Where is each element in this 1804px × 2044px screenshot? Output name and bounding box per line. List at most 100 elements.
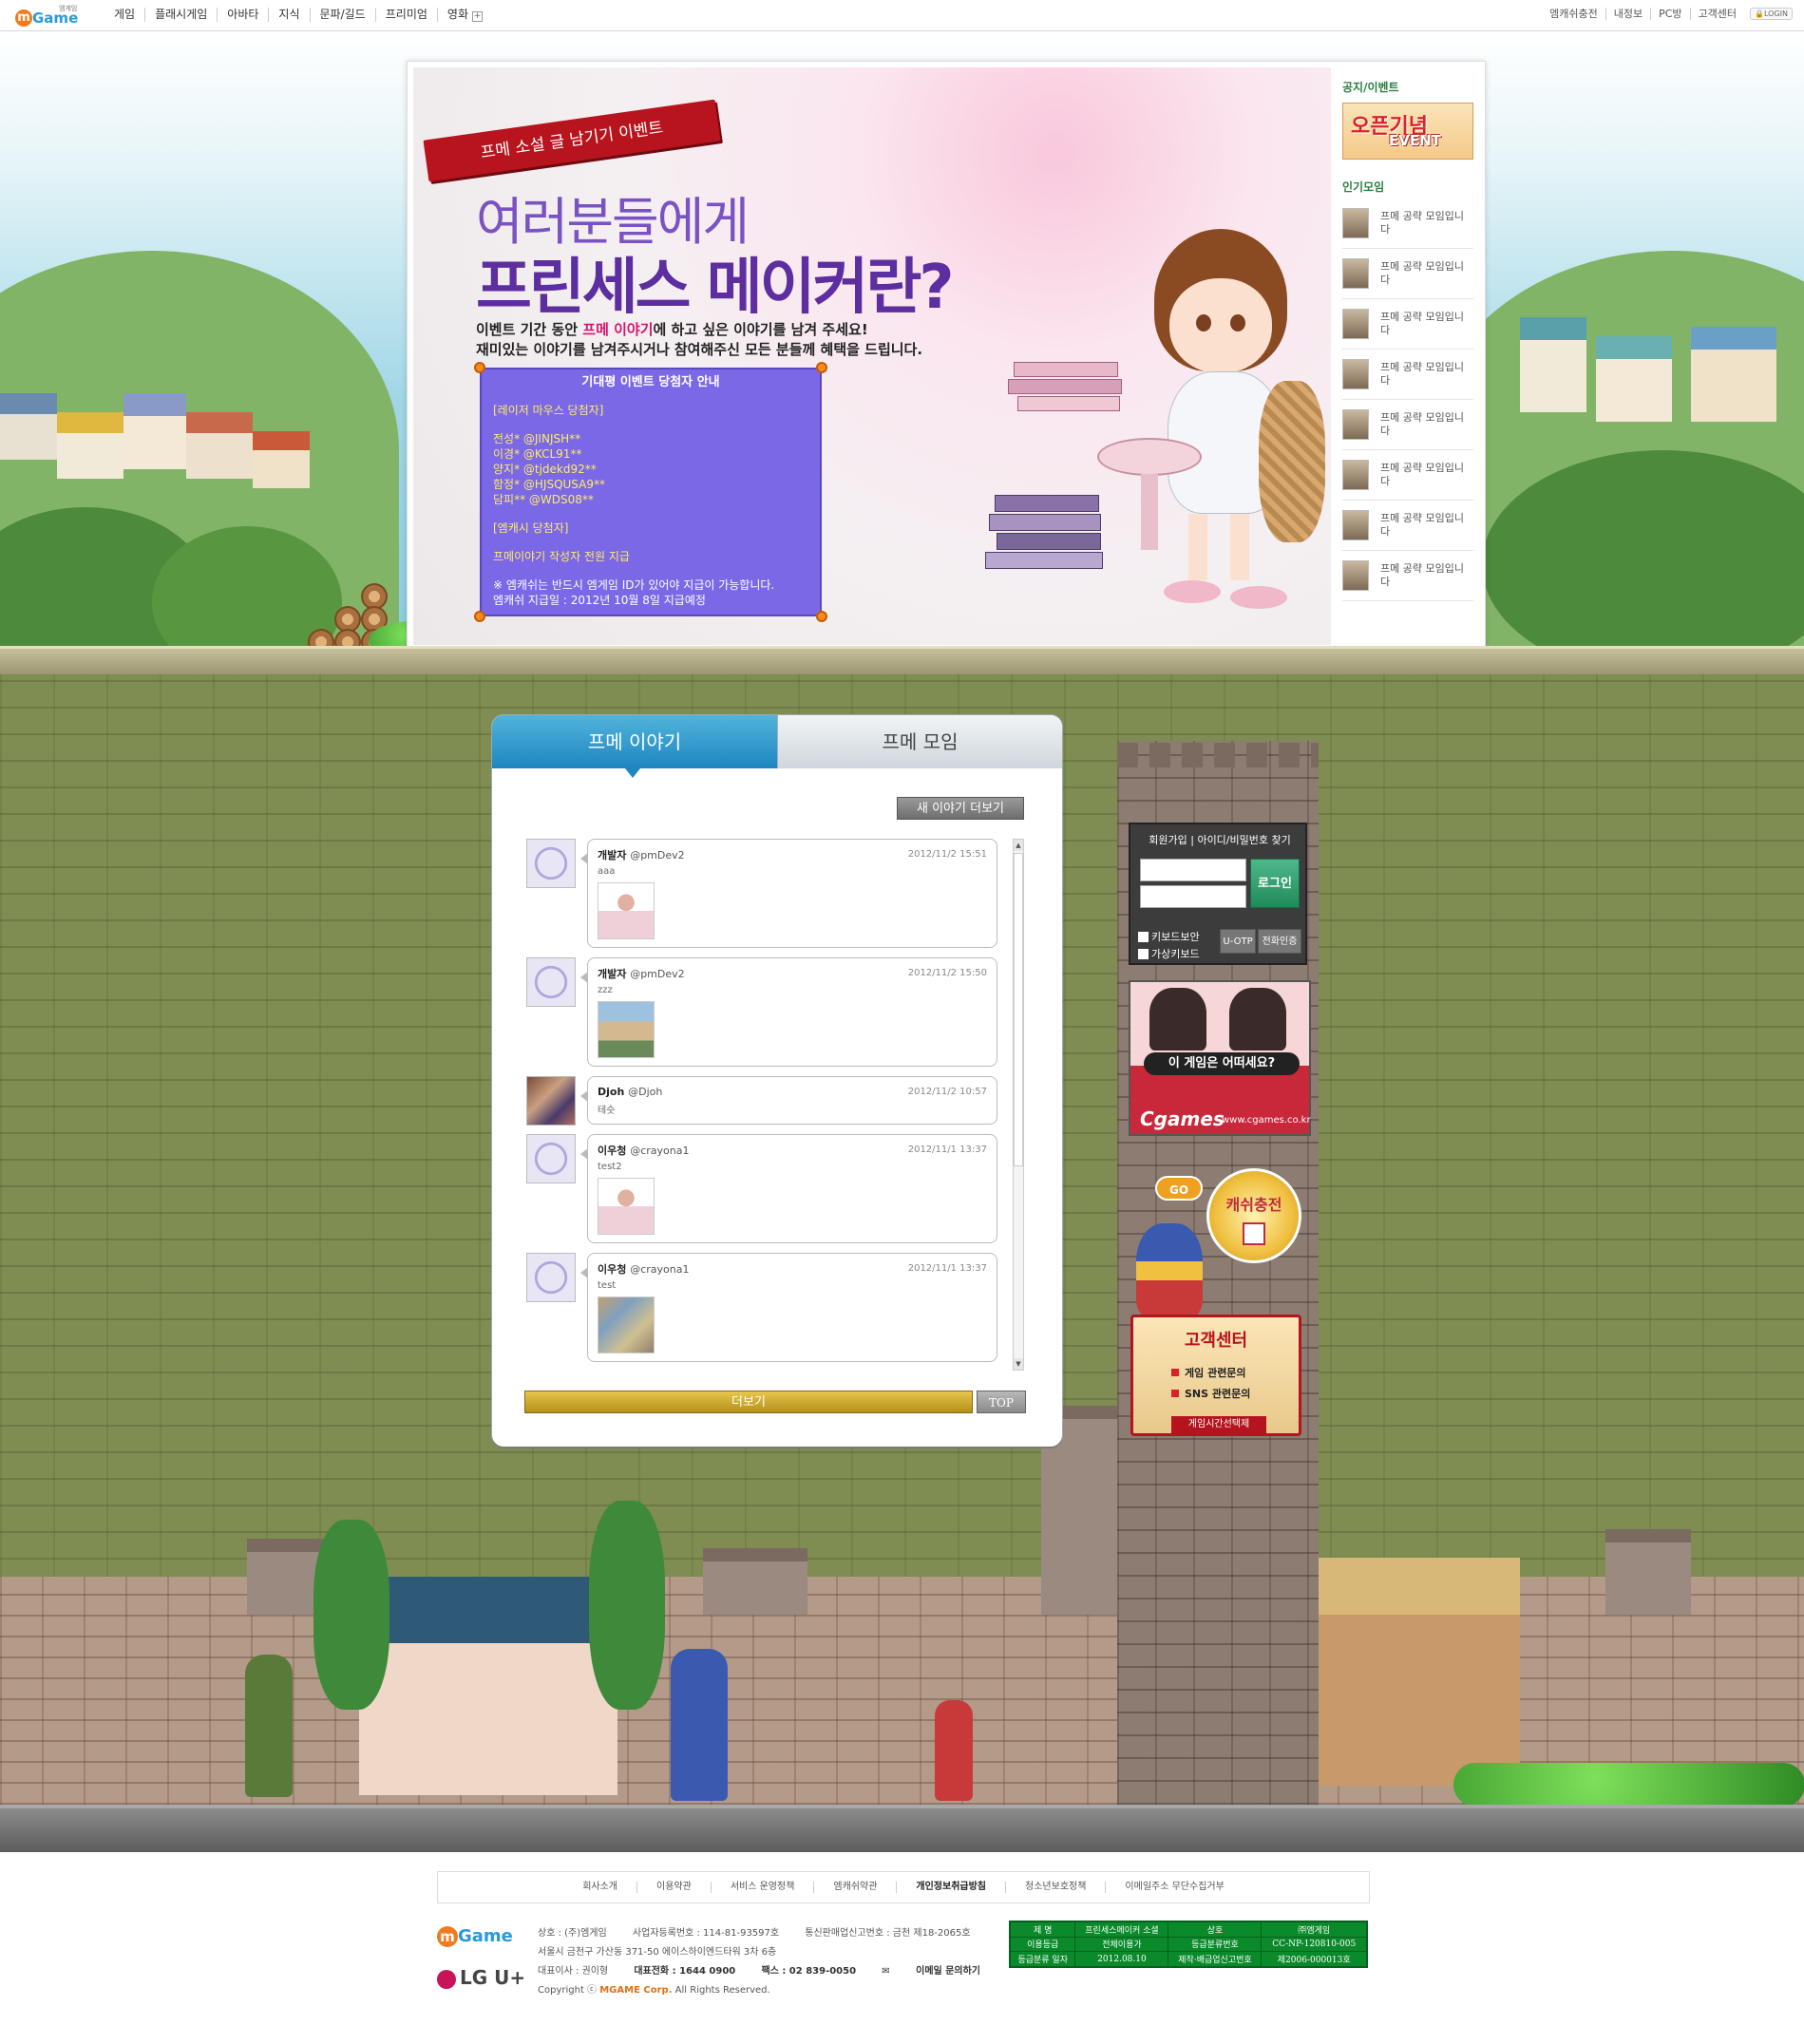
post-item[interactable]: 이우청 @crayona1 2012/11/1 13:37 test2 (521, 1134, 1034, 1243)
footer-link-email-refuse[interactable]: 이메일주소 무단수집거부 (1105, 1882, 1243, 1893)
house (1596, 336, 1672, 422)
group-avatar (1342, 510, 1369, 540)
post-item[interactable]: 이우청 @crayona1 2012/11/1 13:37 test (521, 1253, 1034, 1362)
post-image[interactable] (598, 1178, 655, 1235)
post-handle[interactable]: @pmDev2 (630, 849, 684, 861)
group-item[interactable]: 프메 공략 모임입니다 (1342, 199, 1473, 249)
group-avatar (1342, 309, 1369, 339)
table-row: 등급분류 일자 2012.08.10 제작·배급업신고번호 제2006-0000… (1009, 1951, 1367, 1967)
keyboard-security-checkbox[interactable]: 키보드보안 (1138, 929, 1200, 944)
user-avatar[interactable] (526, 839, 576, 888)
menu-flash-game[interactable]: 플래시게임 (144, 8, 217, 22)
post-image[interactable] (598, 882, 655, 939)
user-avatar[interactable] (526, 1134, 576, 1183)
group-item[interactable]: 프메 공략 모임입니다 (1342, 400, 1473, 450)
open-event-thumbnail[interactable]: 오픈기념 EVENT (1342, 103, 1473, 160)
util-customer-center[interactable]: 고객센터 (1689, 8, 1744, 20)
group-item[interactable]: 프메 공략 모임입니다 (1342, 299, 1473, 350)
virtual-keyboard-checkbox[interactable]: 가상키보드 (1138, 946, 1200, 961)
util-mcash-charge[interactable]: 엠캐쉬충전 (1542, 8, 1605, 20)
go-button[interactable]: GO (1155, 1176, 1203, 1201)
phone-auth-button[interactable]: 전화인증 (1258, 929, 1301, 954)
post-handle[interactable]: @crayona1 (630, 1145, 689, 1157)
top-button[interactable]: TOP (977, 1391, 1026, 1413)
post-handle[interactable]: @pmDev2 (630, 968, 684, 980)
footer-link-company[interactable]: 회사소개 (563, 1882, 636, 1893)
footer-link-youth-policy[interactable]: 청소년보호정책 (1005, 1882, 1105, 1893)
email-inquiry-link[interactable]: ✉ 이메일 문의하기 (882, 1966, 1003, 1977)
footer-link-mcash-terms[interactable]: 엠캐쉬약관 (813, 1882, 896, 1893)
cash-charge-button[interactable]: 캐쉬충전 (1206, 1168, 1301, 1263)
thatched-house (1292, 1558, 1520, 1786)
menu-movie[interactable]: 영화 + (436, 8, 492, 22)
post-bubble: 개발자 @pmDev2 2012/11/2 15:51 aaa (580, 839, 997, 948)
story-board: 프메 이야기 프메 모임 새 이야기 더보기 개발자 @pmDev2 2012/… (492, 715, 1062, 1447)
tab-pm-story[interactable]: 프메 이야기 (492, 715, 777, 778)
post-time: 2012/11/2 10:57 (907, 1087, 987, 1097)
user-id-input[interactable] (1140, 859, 1246, 881)
post-image[interactable] (598, 1001, 655, 1058)
user-avatar[interactable] (526, 957, 576, 1007)
mgame-logo[interactable]: m Game 엠게임 (15, 4, 85, 28)
group-avatar (1342, 460, 1369, 490)
util-my-info[interactable]: 내정보 (1605, 8, 1650, 20)
post-item[interactable]: Djoh @Djoh 2012/11/2 10:57 테슷 (521, 1076, 1034, 1126)
post-handle[interactable]: @crayona1 (630, 1263, 689, 1276)
new-story-more-button[interactable]: 새 이야기 더보기 (897, 797, 1024, 820)
u-otp-button[interactable]: U-OTP (1220, 929, 1256, 954)
company-info-row-3: 대표이사 : 권이형 대표전화 : 1644 0900 팩스 : 02 839-… (538, 1962, 1026, 1981)
footer-links: 회사소개 이용약관 서비스 운영정책 엠캐쉬약관 개인정보취급방침 청소년보호정… (437, 1871, 1370, 1903)
group-item[interactable]: 프메 공략 모임입니다 (1342, 249, 1473, 299)
login-button[interactable]: 로그인 (1250, 859, 1300, 908)
rating-cell: 프린세스메이커 소셜 (1074, 1921, 1169, 1938)
post-author[interactable]: 개발자 (598, 849, 626, 861)
group-item[interactable]: 프메 공략 모임입니다 (1342, 350, 1473, 400)
post-item[interactable]: 개발자 @pmDev2 2012/11/2 15:50 zzz (521, 957, 1034, 1067)
rating-cell: 등급분류 일자 (1009, 1951, 1076, 1967)
group-item[interactable]: 프메 공략 모임입니다 (1342, 501, 1473, 551)
post-image[interactable] (598, 1296, 655, 1353)
menu-guild[interactable]: 문파/길드 (309, 8, 375, 22)
menu-game[interactable]: 게임 (104, 8, 144, 22)
cgames-ad-banner[interactable]: 이 게임은 어떠세요? Cgames www.cgames.co.kr (1129, 980, 1311, 1136)
post-author[interactable]: 이우청 (598, 1145, 626, 1157)
menu-knowledge[interactable]: 지식 (268, 8, 309, 22)
game-inquiry-link[interactable]: 게임 관련문의 (1171, 1365, 1299, 1380)
scroll-thumb[interactable] (1014, 853, 1023, 1166)
post-text: test2 (598, 1162, 622, 1172)
game-time-select-button[interactable]: 게임시간선택제 (1171, 1416, 1266, 1433)
house (253, 431, 310, 488)
menu-more-icon[interactable]: + (472, 11, 483, 22)
post-author[interactable]: Djoh (598, 1086, 624, 1098)
post-bubble: 이우청 @crayona1 2012/11/1 13:37 test2 (580, 1134, 997, 1243)
post-item[interactable]: 개발자 @pmDev2 2012/11/2 15:51 aaa (521, 839, 1034, 948)
user-avatar[interactable] (526, 1076, 576, 1126)
copyright: Copyright ⓒ MGAME Corp. All Rights Reser… (538, 1981, 1026, 2000)
login-badge[interactable]: 🔒LOGIN (1750, 8, 1793, 20)
post-handle[interactable]: @Djoh (628, 1086, 662, 1098)
post-author[interactable]: 이우청 (598, 1263, 626, 1276)
footer-link-terms[interactable]: 이용약관 (636, 1882, 711, 1893)
user-avatar[interactable] (526, 1253, 576, 1302)
password-input[interactable] (1140, 885, 1246, 908)
menu-premium[interactable]: 프리미엄 (374, 8, 437, 22)
login-links[interactable]: 회원가입 | 아이디/비밀번호 찾기 (1130, 832, 1309, 847)
scroll-down-icon[interactable]: ▼ (1014, 1358, 1023, 1370)
tab-pm-group[interactable]: 프메 모임 (777, 715, 1062, 768)
winners-box: 기대평 이벤트 당첨자 안내 [레이저 마우스 당첨자] 전성* @JINJSH… (474, 362, 827, 622)
group-avatar (1342, 409, 1369, 440)
sns-inquiry-link[interactable]: SNS 관련문의 (1171, 1386, 1299, 1401)
group-item[interactable]: 프메 공략 모임입니다 (1342, 551, 1473, 601)
post-text: aaa (598, 866, 616, 877)
post-author[interactable]: 개발자 (598, 968, 626, 980)
menu-avatar[interactable]: 아바타 (217, 8, 268, 22)
group-item[interactable]: 프메 공략 모임입니다 (1342, 450, 1473, 501)
util-pc-room[interactable]: PC방 (1650, 8, 1689, 20)
footer-link-privacy[interactable]: 개인정보취급방침 (896, 1882, 1005, 1893)
scroll-up-icon[interactable]: ▲ (1014, 840, 1023, 851)
group-avatar (1342, 560, 1369, 591)
gift-icon (1243, 1222, 1265, 1245)
post-list-scrollbar[interactable]: ▲ ▼ (1013, 839, 1024, 1371)
footer-link-operation-policy[interactable]: 서비스 운영정책 (710, 1882, 814, 1893)
more-button[interactable]: 더보기 (524, 1391, 973, 1413)
